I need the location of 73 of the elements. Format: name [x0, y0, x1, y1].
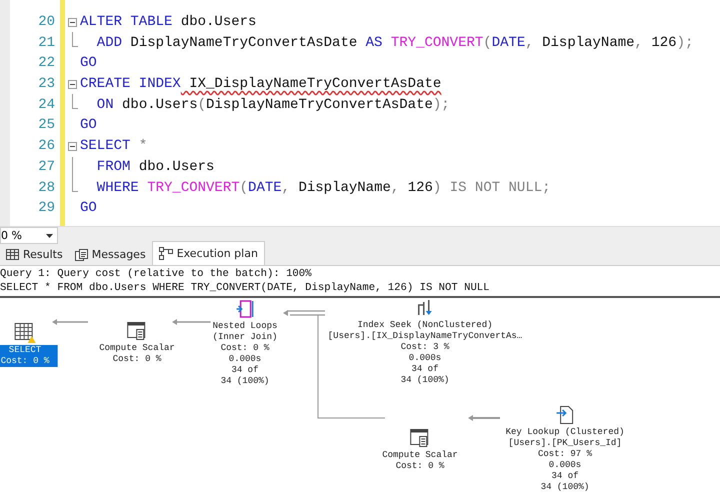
selection-highlight[interactable]: SELECT Cost: 0 % — [0, 345, 58, 367]
collapse-icon[interactable] — [68, 142, 77, 151]
line-number: 28 — [37, 180, 55, 196]
node-text: 34 of — [552, 471, 578, 482]
tab[interactable]: Execution plan — [152, 241, 265, 265]
node-text: Cost: 0 % — [0, 356, 50, 367]
node-text: 34 of — [231, 365, 258, 376]
node-text: Cost: 0 % — [112, 354, 162, 365]
node-text: Cost: 3 % — [400, 342, 450, 353]
connector-arrow — [52, 319, 88, 325]
calculator-icon — [409, 427, 431, 449]
node-text: Index Seek (NonClustered) — [357, 320, 493, 331]
code-line: GO — [80, 55, 97, 72]
line-number: 24 — [37, 96, 55, 113]
code-line: GO — [80, 117, 97, 134]
line-number: 25 — [37, 117, 55, 134]
node-text: 34 (100%) — [400, 375, 450, 386]
code-line: WHERE TRY_CONVERT(DATE, DisplayName, 126) IS NOT NULL; — [96, 180, 551, 196]
line-number: 21 — [37, 34, 55, 51]
tab[interactable]: Messages — [68, 244, 152, 265]
code-line: ON dbo.Users(DisplayNameTryConvertAsDate); — [96, 96, 450, 113]
node-text: [Users].[IX_DisplayNameTryConvertAs… — [328, 331, 522, 342]
node-text: 0.000s — [548, 460, 582, 471]
join-icon — [234, 298, 256, 320]
grid-icon — [6, 249, 19, 260]
code-line: CREATE INDEX IX_DisplayNameTryConvertAsDate — [80, 76, 442, 92]
fold-end-guide — [72, 32, 78, 48]
connector-arrow — [283, 310, 326, 316]
query-text: SELECT * FROM dbo.Users WHERE TRY_CONVERT(DATE, DisplayName, 126) IS NOT NULL — [0, 282, 491, 295]
node-text: Nested Loops — [212, 321, 278, 332]
node-text: Compute Scalar — [99, 343, 175, 354]
line-number: 23 — [37, 76, 55, 92]
code-line: FROM dbo.Users — [96, 158, 214, 175]
code-line: ADD DisplayNameTryConvertAsDate AS TRY_CONVERT(DATE, DisplayName, 126); — [96, 34, 694, 51]
code-line: SELECT * — [80, 138, 148, 154]
document-arrow-icon — [554, 404, 576, 426]
node-text: 0.000s — [408, 353, 442, 364]
line-number: 26 — [37, 138, 55, 154]
node-text: 34 of — [411, 364, 438, 375]
code-line: GO — [80, 200, 97, 216]
node-text: 34 (100%) — [540, 482, 590, 493]
document-icon — [74, 248, 88, 260]
node-text: Cost: 97 % — [538, 449, 592, 460]
code-line: ALTER TABLE dbo.Users — [80, 14, 256, 30]
tab[interactable]: Results — [0, 244, 69, 265]
collapse-icon[interactable] — [68, 80, 77, 89]
connector-arrow — [468, 415, 500, 421]
line-number: 22 — [37, 55, 55, 72]
line-number: 20 — [37, 14, 55, 30]
horizontal-scrollbar[interactable] — [58, 227, 720, 244]
line-number: 29 — [37, 200, 55, 216]
fold-end-guide — [72, 177, 78, 192]
node-text: 0.000s — [228, 354, 262, 365]
fold-guide — [72, 156, 73, 178]
query-text: Query 1: Query cost (relative to the batch): 100% — [0, 268, 313, 282]
node-label[interactable]: Nested Loops (Inner Join) Cost: 0 % 0.000s 34 of 34 (100%) — [210, 321, 280, 387]
line-number: 27 — [37, 158, 55, 175]
table-icon — [14, 322, 36, 344]
node-text: (Inner Join) — [212, 332, 278, 343]
calculator-icon — [126, 320, 148, 342]
node-text: Cost: 0 % — [396, 461, 444, 472]
node-text: Compute Scalar — [382, 450, 458, 461]
node-text: [Users].[PK_Users_Id] — [508, 438, 622, 449]
fold-end-guide — [72, 94, 78, 110]
node-text: SELECT — [8, 345, 42, 356]
zoom-dropdown[interactable]: 0 % — [0, 227, 58, 244]
caret-icon — [46, 234, 53, 238]
connector-arrow — [172, 319, 212, 325]
collapse-icon[interactable] — [68, 18, 77, 27]
node-text: Key Lookup (Clustered) — [506, 427, 624, 438]
plan-icon — [158, 247, 173, 260]
node-text: Cost: 0 % — [220, 343, 270, 354]
node-text: 34 (100%) — [220, 376, 270, 387]
